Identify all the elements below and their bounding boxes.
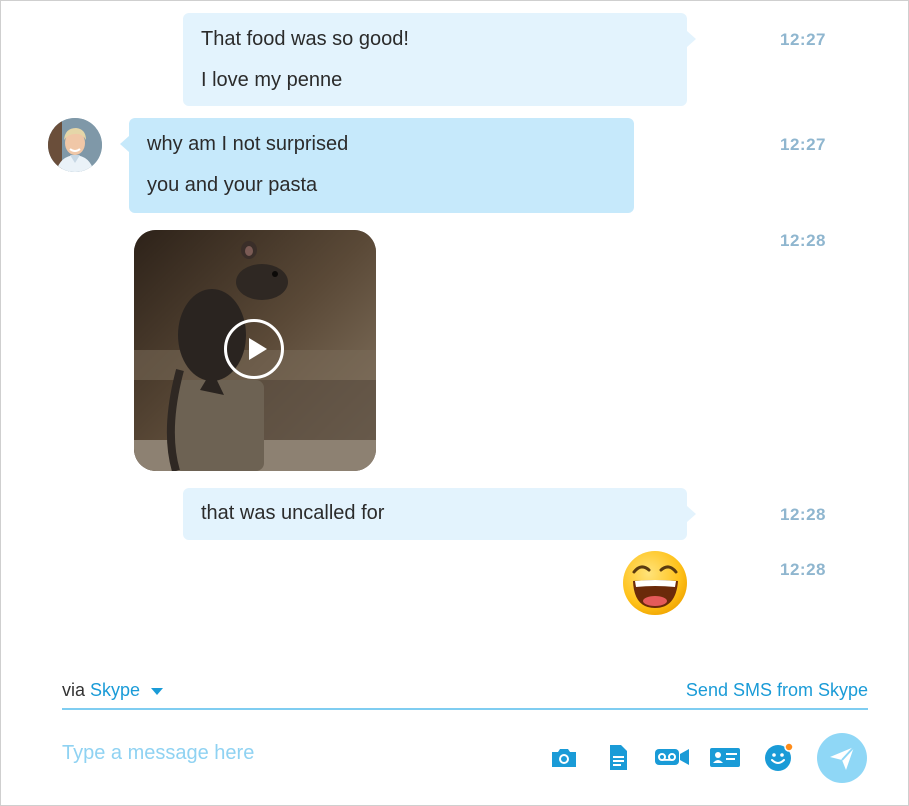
file-icon[interactable] bbox=[603, 742, 633, 772]
play-button[interactable] bbox=[224, 319, 284, 379]
send-sms-link[interactable]: Send SMS from Skype bbox=[686, 680, 868, 701]
message-text: I love my penne bbox=[201, 69, 343, 91]
message-timestamp: 12:28 bbox=[780, 560, 826, 579]
message-input[interactable] bbox=[62, 737, 522, 769]
video-message-icon[interactable] bbox=[654, 742, 690, 772]
via-service-link[interactable]: Skype bbox=[90, 680, 140, 700]
message-text: why am I not surprised bbox=[147, 133, 349, 155]
message-bubble-outgoing[interactable]: that was uncalled for bbox=[183, 488, 696, 540]
avatar-image bbox=[48, 118, 102, 172]
message-text: That food was so good! bbox=[201, 28, 409, 50]
message-bubble-outgoing[interactable]: That food was so good! I love my penne bbox=[183, 13, 696, 106]
gallery-icon[interactable] bbox=[549, 742, 579, 772]
message-timestamp: 12:27 bbox=[780, 30, 826, 49]
message-bubble-incoming[interactable]: why am I not surprised you and your past… bbox=[120, 118, 634, 213]
bubble-tail bbox=[687, 31, 696, 47]
emoticon-icon[interactable] bbox=[764, 742, 794, 772]
chevron-down-icon[interactable] bbox=[151, 687, 164, 695]
message-timestamp: 12:27 bbox=[780, 135, 826, 154]
message-text: that was uncalled for bbox=[201, 502, 385, 524]
message-timestamp: 12:28 bbox=[780, 231, 826, 250]
send-icon bbox=[830, 746, 855, 770]
composer-divider bbox=[62, 708, 868, 710]
chat-window: That food was so good! I love my penne 1… bbox=[0, 0, 909, 806]
send-button[interactable] bbox=[817, 733, 867, 783]
avatar[interactable] bbox=[48, 118, 102, 172]
laughing-emoji-icon[interactable] bbox=[622, 550, 688, 616]
bubble-tail bbox=[687, 506, 696, 522]
emoji-graphic bbox=[623, 551, 687, 615]
bubble-tail bbox=[120, 136, 129, 152]
contact-card-icon[interactable] bbox=[709, 742, 741, 772]
via-prefix: via bbox=[62, 680, 86, 700]
message-text: you and your pasta bbox=[147, 174, 318, 196]
message-timestamp: 12:28 bbox=[780, 505, 826, 524]
via-selector[interactable]: via Skype bbox=[62, 680, 164, 701]
